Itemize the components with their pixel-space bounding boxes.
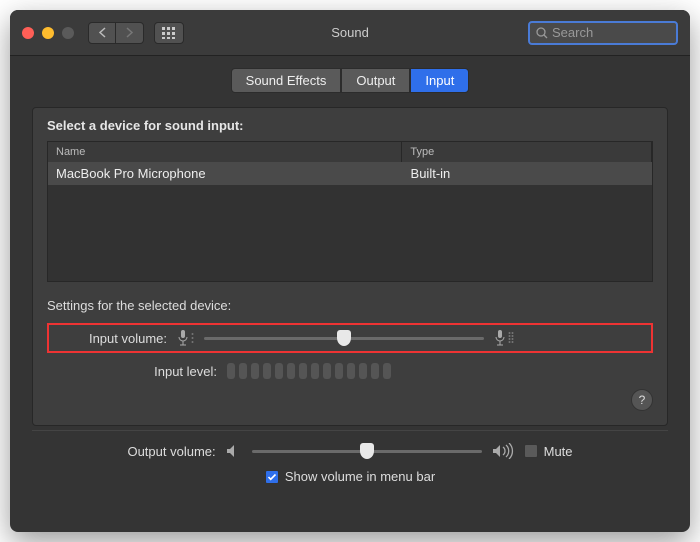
search-icon: [536, 27, 548, 39]
input-panel: Select a device for sound input: Name Ty…: [32, 107, 668, 426]
col-type[interactable]: Type: [402, 142, 652, 162]
close-button[interactable]: [22, 27, 34, 39]
settings-heading: Settings for the selected device:: [47, 298, 653, 313]
search-field[interactable]: Search: [528, 21, 678, 45]
mic-high-icon: [494, 329, 514, 347]
tab-bar: Sound Effects Output Input: [32, 68, 668, 93]
input-level-label: Input level:: [107, 364, 217, 379]
sound-preferences-window: Sound Search Sound Effects Output Input …: [10, 10, 690, 532]
tab-sound-effects[interactable]: Sound Effects: [231, 68, 342, 93]
table-header: Name Type: [48, 142, 652, 162]
input-volume-label: Input volume:: [57, 331, 167, 346]
help-button[interactable]: ?: [631, 389, 653, 411]
input-level-meter: [227, 363, 391, 379]
minimize-button[interactable]: [42, 27, 54, 39]
forward-button[interactable]: [116, 22, 144, 44]
device-table: Name Type MacBook Pro Microphone Built-i…: [47, 141, 653, 282]
input-volume-thumb[interactable]: [337, 330, 351, 346]
show-in-menubar-checkbox[interactable]: [265, 470, 279, 484]
output-volume-label: Output volume:: [127, 444, 215, 459]
mute-label: Mute: [544, 444, 573, 459]
window-title: Sound: [331, 25, 369, 40]
mic-low-icon: [177, 329, 194, 347]
nav-buttons: [88, 22, 144, 44]
show-in-menubar-label: Show volume in menu bar: [285, 469, 435, 484]
divider: [32, 430, 668, 431]
tab-input[interactable]: Input: [410, 68, 469, 93]
output-volume-slider[interactable]: [252, 450, 482, 453]
traffic-lights: [22, 27, 74, 39]
output-volume-thumb[interactable]: [360, 443, 374, 459]
input-volume-row: Input volume:: [47, 323, 653, 353]
show-all-button[interactable]: [154, 22, 184, 44]
device-name: MacBook Pro Microphone: [48, 162, 403, 185]
mute-checkbox[interactable]: [524, 444, 538, 458]
content: Sound Effects Output Input Select a devi…: [10, 56, 690, 532]
table-row[interactable]: MacBook Pro Microphone Built-in: [48, 162, 652, 185]
input-volume-slider[interactable]: [204, 337, 484, 340]
panel-heading: Select a device for sound input:: [47, 118, 653, 133]
speaker-high-icon: [492, 443, 514, 459]
titlebar: Sound Search: [10, 10, 690, 56]
back-button[interactable]: [88, 22, 116, 44]
mute-control[interactable]: Mute: [524, 444, 573, 459]
table-empty-area: [48, 185, 652, 281]
output-volume-row: Output volume: Mute: [127, 443, 572, 459]
speaker-low-icon: [226, 444, 242, 458]
bottom-controls: Output volume: Mute Sh: [32, 443, 668, 484]
col-name[interactable]: Name: [48, 142, 402, 162]
zoom-button[interactable]: [62, 27, 74, 39]
tab-output[interactable]: Output: [341, 68, 410, 93]
search-placeholder: Search: [552, 25, 593, 40]
input-level-row: Input level:: [47, 363, 653, 379]
show-in-menubar-control[interactable]: Show volume in menu bar: [265, 469, 435, 484]
device-type: Built-in: [403, 162, 652, 185]
